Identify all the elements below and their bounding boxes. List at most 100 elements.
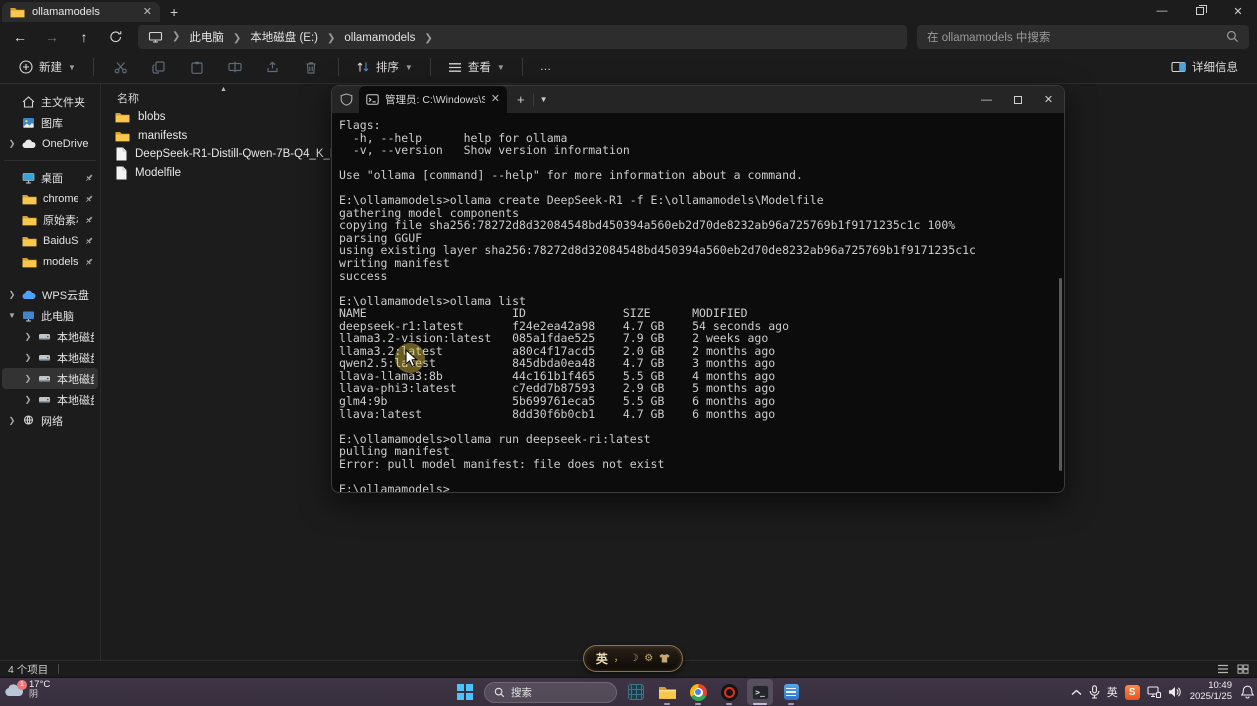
chrome-icon: [690, 684, 707, 701]
sidebar-item-BaiduSyncdisk[interactable]: BaiduSyncdisk: [2, 230, 98, 251]
maximize-icon: [1014, 96, 1022, 104]
gallery-icon: [22, 117, 35, 129]
sidebar-item-label: models: [43, 256, 78, 268]
chevron-right-icon[interactable]: ❯: [424, 33, 432, 44]
taskbar-app-calculator[interactable]: [623, 679, 649, 705]
sidebar-item-原始素材[interactable]: 原始素材: [2, 209, 98, 230]
gear-icon[interactable]: ⚙: [644, 654, 653, 664]
terminal-tab-close-icon[interactable]: ✕: [491, 94, 500, 105]
tab-close-icon[interactable]: ✕: [143, 7, 152, 18]
new-button[interactable]: 新建 ▼: [12, 54, 83, 80]
sidebar-item-OneDrive[interactable]: ❯OneDrive: [2, 133, 98, 154]
sidebar-item-label: 本地磁盘 (F:): [57, 392, 94, 408]
up-button[interactable]: ↑: [70, 25, 98, 49]
tray-chevron-up-icon[interactable]: [1071, 689, 1082, 696]
sidebar-item-models[interactable]: models: [2, 251, 98, 272]
large-icons-view-icon[interactable]: [1237, 664, 1249, 674]
chevron-right-icon[interactable]: ❯: [8, 139, 16, 148]
more-button[interactable]: …: [533, 54, 559, 80]
network-icon[interactable]: [1147, 686, 1161, 698]
terminal-minimize-button[interactable]: —: [971, 86, 1002, 113]
plus-circle-icon: [19, 60, 33, 74]
list-view-icon[interactable]: [1217, 664, 1229, 674]
back-button[interactable]: ←: [6, 25, 34, 49]
taskbar-app-recorder[interactable]: [716, 679, 742, 705]
terminal-app-icon: >_: [752, 685, 769, 700]
chevron-right-icon[interactable]: ❯: [24, 374, 32, 383]
sidebar-item-chrome[interactable]: chrome: [2, 188, 98, 209]
sidebar-item-label: chrome: [43, 193, 78, 205]
view-button[interactable]: 查看 ▼: [441, 54, 512, 80]
sidebar-item-此电脑[interactable]: ▼此电脑: [2, 305, 98, 326]
file-name: blobs: [138, 111, 166, 123]
delete-button[interactable]: [294, 54, 328, 80]
notification-bell-icon[interactable]: [1241, 685, 1254, 699]
close-button[interactable]: ✕: [1219, 0, 1257, 22]
terminal-close-button[interactable]: ✕: [1033, 86, 1064, 113]
ime-language-label[interactable]: 英: [596, 650, 608, 667]
chevron-right-icon[interactable]: ❯: [24, 353, 32, 362]
chevron-right-icon[interactable]: ❯: [8, 416, 16, 425]
sidebar-item-本地磁盘 (E:)[interactable]: ❯本地磁盘 (E:): [2, 368, 98, 389]
paste-button[interactable]: [180, 54, 214, 80]
breadcrumb-item[interactable]: 本地磁盘 (E:): [250, 32, 318, 44]
search-input[interactable]: 在 ollamamodels 中搜索: [917, 25, 1249, 49]
taskbar-app-terminal[interactable]: >_: [747, 679, 773, 705]
sidebar-item-图库[interactable]: 图库: [2, 112, 98, 133]
microphone-icon[interactable]: [1089, 685, 1100, 699]
chevron-right-icon[interactable]: ❯: [24, 395, 32, 404]
weather-widget[interactable]: 1 17°C 阴: [4, 680, 50, 699]
sidebar-item-WPS云盘[interactable]: ❯WPS云盘: [2, 284, 98, 305]
copy-button[interactable]: [142, 54, 176, 80]
chevron-right-icon[interactable]: ❯: [327, 33, 335, 44]
ime-toolbar[interactable]: 英 ， ☽ ⚙: [583, 645, 683, 672]
chevron-down-icon: ▼: [497, 63, 505, 72]
explorer-nav-bar: ← → ↑ ❯ 此电脑❯本地磁盘 (E:)❯ollamamodels❯ 在 ol…: [0, 22, 1257, 51]
cut-button[interactable]: [104, 54, 138, 80]
details-pane-button[interactable]: 详细信息: [1164, 54, 1245, 80]
speaker-icon[interactable]: [1168, 686, 1181, 698]
terminal-content[interactable]: Flags: -h, --help help for ollama -v, --…: [332, 113, 1064, 493]
taskbar-app-notepad[interactable]: [778, 679, 804, 705]
sidebar-item-网络[interactable]: ❯网络: [2, 410, 98, 431]
breadcrumb[interactable]: ❯ 此电脑❯本地磁盘 (E:)❯ollamamodels❯: [138, 25, 907, 49]
share-button[interactable]: [256, 54, 290, 80]
terminal-title-bar: 管理员: C:\Windows\System32 ✕ + ▼ — ✕: [332, 86, 1064, 113]
terminal-tab[interactable]: 管理员: C:\Windows\System32 ✕: [359, 86, 507, 113]
forward-button[interactable]: →: [38, 25, 66, 49]
terminal-new-tab-button[interactable]: +: [517, 92, 525, 107]
taskbar-app-explorer[interactable]: [654, 679, 680, 705]
taskbar-search[interactable]: 搜索: [484, 682, 617, 703]
sidebar-item-桌面[interactable]: 桌面: [2, 167, 98, 188]
skin-icon[interactable]: [659, 654, 670, 663]
taskbar-app-chrome[interactable]: [685, 679, 711, 705]
sort-button[interactable]: 排序 ▼: [349, 54, 420, 80]
rename-button[interactable]: [218, 54, 252, 80]
explorer-tab-label: ollamamodels: [32, 6, 136, 18]
start-button[interactable]: [452, 679, 478, 705]
moon-icon[interactable]: ☽: [630, 654, 639, 664]
terminal-dropdown-button[interactable]: ▼: [533, 93, 554, 107]
chevron-right-icon[interactable]: ❯: [8, 290, 16, 299]
chevron-right-icon[interactable]: ❯: [233, 33, 241, 44]
sidebar-item-本地磁盘 (F:)[interactable]: ❯ 本地磁盘 (F:): [2, 389, 98, 410]
tray-ime-indicator[interactable]: 英: [1107, 684, 1118, 700]
breadcrumb-item[interactable]: 此电脑: [189, 32, 224, 44]
new-tab-button[interactable]: +: [170, 4, 178, 20]
punctuation-icon[interactable]: ，: [614, 654, 624, 664]
terminal-maximize-button[interactable]: [1002, 86, 1033, 113]
explorer-tab[interactable]: ollamamodels ✕: [2, 2, 160, 22]
sogou-ime-icon[interactable]: S: [1125, 685, 1140, 700]
sidebar-item-主文件夹[interactable]: 主文件夹: [2, 91, 98, 112]
sidebar-item-本地磁盘 (D:)[interactable]: ❯本地磁盘 (D:): [2, 347, 98, 368]
refresh-button[interactable]: [102, 25, 130, 49]
chevron-right-icon[interactable]: ❯: [24, 332, 32, 341]
sidebar-item-本地磁盘 (C:)[interactable]: ❯本地磁盘 (C:): [2, 326, 98, 347]
minimize-button[interactable]: —: [1143, 0, 1181, 22]
chevron-down-icon[interactable]: ▼: [8, 311, 16, 320]
taskbar-clock[interactable]: 10:49 2025/1/25: [1190, 681, 1232, 703]
restore-button[interactable]: [1181, 0, 1219, 22]
breadcrumb-item[interactable]: ollamamodels: [344, 32, 415, 44]
terminal-scrollbar[interactable]: [1059, 278, 1062, 471]
drive-icon: [38, 332, 51, 341]
